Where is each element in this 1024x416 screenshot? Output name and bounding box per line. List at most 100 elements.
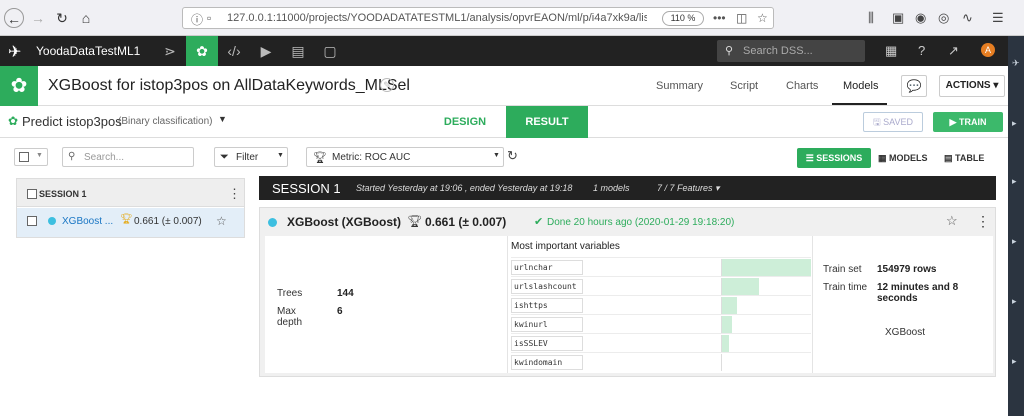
metric-dropdown[interactable]: 🏆︎ Metric: ROC AUC ▼ (306, 147, 504, 167)
variable-row: ishttps (511, 295, 811, 314)
extension-icon[interactable]: ◎ (938, 10, 949, 26)
tab-result[interactable]: RESULT (506, 106, 588, 138)
menu-icon[interactable]: ☰ (992, 10, 1004, 26)
reload-button[interactable]: ↻ (52, 8, 72, 28)
view-table-button[interactable]: ▤ TABLE (944, 148, 994, 168)
importance-bar (721, 278, 759, 295)
predict-icon: ✿ (8, 114, 19, 128)
search-icon: ⚲ (725, 45, 734, 57)
project-name[interactable]: YoodaDataTestML1 (36, 44, 140, 58)
select-all-checkbox[interactable] (19, 152, 29, 162)
variable-importance: Most important variables urlnchar urlsla… (507, 236, 813, 373)
star-icon[interactable]: ☆ (216, 214, 227, 228)
session-list: SESSION 1 ⋮ XGBoost ... 🏆︎ 0.661 (± 0.00… (16, 178, 245, 238)
model-card: XGBoost (XGBoost) 🏆︎ 0.661 (± 0.007) ✔ D… (259, 207, 996, 377)
trophy-icon: 🏆︎ (407, 214, 423, 228)
back-button[interactable]: ← (4, 8, 24, 28)
discussions-button[interactable]: 💬 (901, 75, 927, 97)
tab-design[interactable]: DESIGN (426, 106, 504, 138)
extension-icon[interactable]: ∿ (962, 10, 973, 26)
variable-row: kwinurl (511, 314, 811, 333)
view-sessions-button[interactable]: ☰ SESSIONS (797, 148, 871, 168)
more-icon[interactable]: ••• (713, 11, 726, 25)
run-icon[interactable]: ▶ (250, 36, 282, 66)
model-score: 0.661 (± 0.007) (425, 215, 507, 229)
browser-toolbar: ← → ↻ ⌂ ⓘ ▫ 127.0.0.1:11000/projects/YOO… (0, 0, 1024, 36)
model-card-header: XGBoost (XGBoost) 🏆︎ 0.661 (± 0.007) ✔ D… (260, 208, 995, 236)
tab-charts[interactable]: Charts (786, 80, 818, 92)
chevron-down-icon: ▼ (277, 152, 284, 159)
url-bar[interactable]: ⓘ ▫ 127.0.0.1:11000/projects/YOODADATATE… (182, 7, 774, 29)
star-icon[interactable]: ☆ (946, 213, 958, 229)
model-name[interactable]: XGBoost (XGBoost) (287, 215, 401, 229)
side-strip: ✈ ▸ ▸ ▸ ▸ ▸ (1008, 36, 1024, 416)
model-color-dot (48, 217, 56, 225)
session-model-count: 1 models (593, 183, 630, 193)
page-title: XGBoost for istop3pos on AllDataKeywords… (48, 77, 410, 94)
pocket-icon[interactable]: ◫ (736, 11, 747, 25)
activity-icon[interactable]: ↗ (948, 43, 959, 59)
home-button[interactable]: ⌂ (76, 8, 96, 28)
model-checkbox[interactable] (27, 216, 37, 226)
model-link[interactable]: XGBoost ... (62, 216, 113, 227)
variable-row: kwindomain (511, 352, 811, 371)
filter-bar: ▼ ⚲ Search... ⏷ Filter ▼ 🏆︎ Metric: ROC … (0, 138, 1008, 176)
predict-label[interactable]: Predict istop3pos (22, 114, 122, 129)
bookmark-star-icon[interactable]: ☆ (757, 11, 768, 25)
kebab-menu-icon[interactable]: ⋮ (976, 213, 990, 230)
chevron-down-icon[interactable]: ▼ (218, 114, 227, 124)
algorithm-name: XGBoost (885, 327, 926, 338)
session-header[interactable]: SESSION 1 ⋮ (17, 179, 244, 207)
flow-icon[interactable]: ⋗ (154, 36, 186, 66)
search-dss-input[interactable]: ⚲ Search DSS... (717, 40, 865, 62)
library-icon[interactable]: ⫼ (868, 10, 874, 26)
model-card-body: Trees 144 Max depth 6 Most important var… (265, 236, 993, 373)
extension-icon[interactable]: ◉ (915, 10, 926, 26)
select-all-dropdown[interactable]: ▼ (14, 148, 48, 166)
variable-row: isSSLEV (511, 333, 811, 352)
active-tab-indicator (832, 103, 887, 105)
search-icon: ⚲ (68, 151, 76, 162)
tab-models[interactable]: Models (843, 80, 878, 92)
model-color-dot (268, 218, 277, 227)
importance-bar (721, 335, 730, 352)
train-button[interactable]: ▶ TRAIN (933, 112, 1003, 132)
chevron-down-icon: ▼ (36, 152, 43, 159)
app-navbar: ✈ YoodaDataTestML1 ⋗ ✿ ‹/› ▶ ▤ ▢ ⚲ Searc… (0, 36, 1008, 66)
session-checkbox[interactable] (27, 189, 37, 199)
forward-button[interactable]: → (28, 8, 48, 28)
variable-name: urlnchar (511, 260, 583, 275)
view-models-button[interactable]: ▦ MODELS (878, 148, 936, 168)
train-status: Done 20 hours ago (2020-01-29 19:18:20) (547, 217, 735, 228)
refresh-icon[interactable]: ↻ (507, 148, 518, 164)
filter-dropdown[interactable]: ⏷ Filter ▼ (214, 147, 288, 167)
session-bar: SESSION 1 Started Yesterday at 19:06 , e… (259, 176, 996, 200)
dataiku-logo-icon[interactable]: ✈ (8, 42, 21, 62)
edit-icon[interactable]: ✎ (380, 78, 394, 92)
deploy-icon[interactable]: ▤ (282, 36, 314, 66)
code-icon[interactable]: ‹/› (218, 36, 250, 66)
tab-script[interactable]: Script (730, 80, 758, 92)
variable-name: urlslashcount (511, 279, 583, 294)
dashboard-icon[interactable]: ▢ (314, 36, 346, 66)
variable-name: ishttps (511, 298, 583, 313)
trophy-icon: 🏆︎ (120, 214, 133, 225)
filter-icon: ⏷ (220, 151, 229, 163)
url-text[interactable]: 127.0.0.1:11000/projects/YOODADATATESTML… (227, 12, 647, 24)
actions-button[interactable]: ACTIONS ▾ (939, 75, 1005, 97)
list-item[interactable]: XGBoost ... 🏆︎ 0.661 (± 0.007) ☆ (17, 208, 244, 237)
ml-icon[interactable]: ✿ (186, 36, 218, 66)
sidebar-icon[interactable]: ▣ (892, 10, 904, 26)
grid-icon[interactable]: ▦ (885, 43, 897, 59)
search-input[interactable]: ⚲ Search... (62, 147, 194, 167)
tab-summary[interactable]: Summary (656, 80, 703, 92)
model-score: 0.661 (± 0.007) (134, 216, 202, 227)
features-dropdown[interactable]: 7 / 7 Features ▾ (657, 183, 720, 194)
saved-button[interactable]: 🖫 SAVED (863, 112, 923, 132)
help-icon[interactable]: ? (918, 43, 925, 58)
discussion-icon: 💬 (906, 79, 922, 93)
avatar[interactable]: A (981, 43, 995, 57)
trophy-icon: 🏆︎ (313, 152, 327, 164)
zoom-level[interactable]: 110 % (662, 11, 704, 26)
kebab-menu-icon[interactable]: ⋮ (228, 186, 241, 202)
